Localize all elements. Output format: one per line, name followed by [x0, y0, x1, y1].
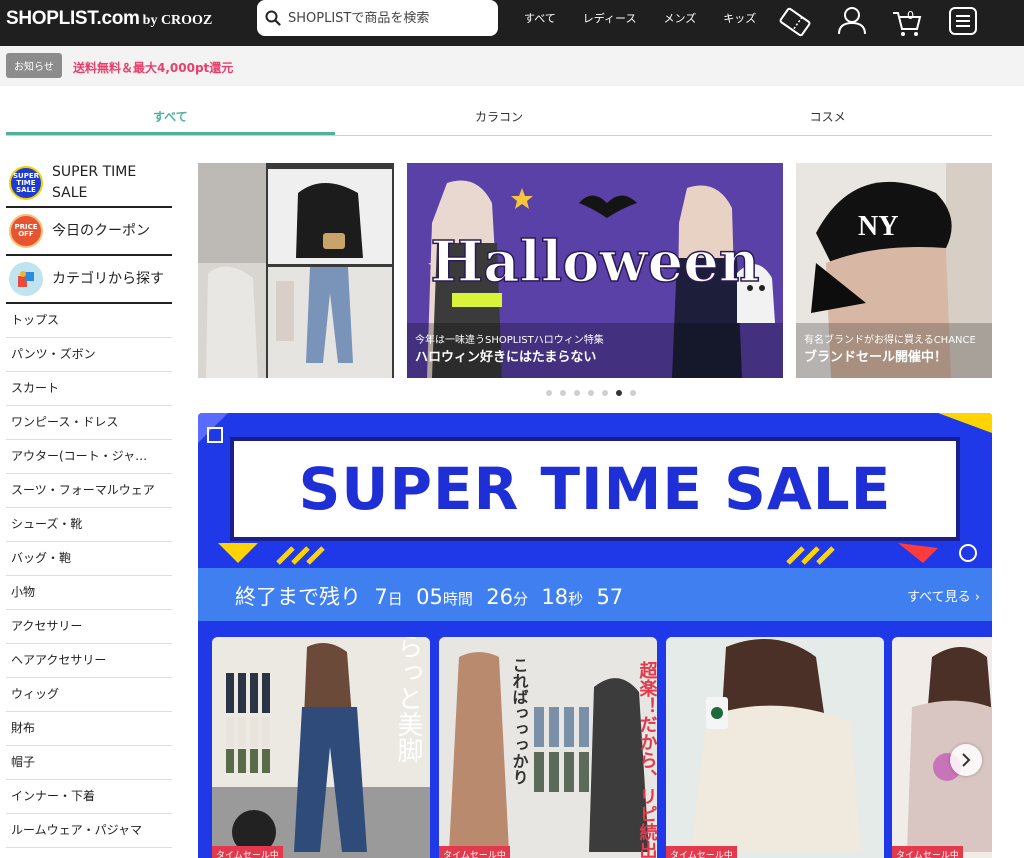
logo-text: SHOPLIST.com: [6, 8, 140, 29]
search-input[interactable]: [288, 10, 488, 26]
sidebar-item-pants[interactable]: パンツ・ズボン: [6, 338, 172, 372]
countdown-days: 7: [374, 585, 388, 609]
time-sale-tag: タイムセール中: [212, 846, 283, 858]
nav-kids[interactable]: キッズ: [723, 10, 756, 26]
product-card[interactable]: すらっと美脚 タイムセール中: [212, 637, 430, 858]
days-unit: 日: [387, 590, 403, 608]
countdown-hours: 05: [416, 585, 443, 609]
product-overlay-text: 超楽！だから、リピ続出！: [637, 660, 658, 858]
product-card[interactable]: 超楽！だから、リピ続出！ こればっっっかり タイムセール中: [439, 637, 657, 858]
super-time-sale-section: SUPER TIME SALE 終了まで残り 7日 05時間 26分 18秒 5…: [198, 413, 992, 858]
carousel-dots: [546, 390, 636, 396]
sidebar-item-accessories[interactable]: アクセサリー: [6, 610, 172, 644]
cart-icon[interactable]: 0: [890, 4, 924, 40]
sidebar-todays-coupon[interactable]: PRICE OFF 今日のクーポン: [6, 208, 172, 256]
sidebar-browse-category[interactable]: カテゴリから探す: [6, 256, 172, 304]
carousel-dot-active[interactable]: [616, 390, 622, 396]
chevron-right-icon: ›: [974, 590, 980, 605]
countdown-seconds: 18: [541, 585, 569, 609]
time-sale-tag: タイムセール中: [439, 846, 510, 858]
carousel-slide-fashion[interactable]: [198, 163, 394, 378]
logo[interactable]: SHOPLIST.com by CROOZ: [6, 8, 212, 30]
time-sale-tag: タイムセール中: [892, 846, 963, 858]
nav-ladies[interactable]: レディース: [583, 10, 637, 26]
notice-bar: お知らせ 送料無料＆最大4,000pt還元: [0, 46, 1024, 86]
see-all-link[interactable]: すべて見る ›: [907, 586, 980, 605]
banner-carousel: Halloween 今年は一味違うSHOPLISTハロウィン特集 ハロウィン好き…: [198, 163, 992, 378]
carousel-dot[interactable]: [546, 390, 552, 396]
brand-caption-small: 有名ブランドがお得に買えるCHANCE: [804, 333, 976, 346]
sidebar-item-outerwear[interactable]: アウター(コート・ジャ…: [6, 440, 172, 474]
countdown: 終了まで残り 7日 05時間 26分 18秒 57: [235, 581, 623, 611]
product-overlay-text: こればっっっかり: [510, 657, 529, 785]
sidebar-item-accessories-small[interactable]: 小物: [6, 576, 172, 610]
halloween-caption-small: 今年は一味違うSHOPLISTハロウィン特集: [415, 333, 604, 346]
category-tabs: すべて カラコン コスメ: [6, 98, 992, 136]
halloween-title: Halloween: [430, 229, 759, 295]
sidebar-item-label: カテゴリから探す: [52, 270, 164, 287]
sidebar-item-suits[interactable]: スーツ・フォーマルウェア: [6, 474, 172, 508]
tab-all[interactable]: すべて: [6, 98, 335, 135]
carousel-dot[interactable]: [588, 390, 594, 396]
search-box[interactable]: [257, 0, 498, 36]
sidebar-super-time-sale[interactable]: SUPER TIME SALE SUPER TIME SALE: [6, 160, 172, 208]
sidebar-item-bags[interactable]: バッグ・鞄: [6, 542, 172, 576]
sidebar-item-tops[interactable]: トップス: [6, 304, 172, 338]
sidebar-item-label: 今日のクーポン: [52, 222, 150, 239]
time-sale-tag: タイムセール中: [666, 846, 737, 858]
product-next-button[interactable]: [950, 744, 982, 776]
carousel-dot[interactable]: [574, 390, 580, 396]
seconds-unit: 秒: [568, 590, 584, 608]
brand-caption-big: ブランドセール開催中！: [804, 349, 947, 365]
product-card[interactable]: タイムセール中: [666, 637, 884, 858]
product-overlay-text: すらっと美脚: [393, 637, 423, 763]
logo-by-crooz: by CROOZ: [142, 13, 213, 28]
header: SHOPLIST.comby CROOZ すべて レディース メンズ キッズ 0: [0, 0, 1024, 46]
menu-icon[interactable]: [946, 4, 980, 40]
sidebar-item-skirts[interactable]: スカート: [6, 372, 172, 406]
sale-title-box: SUPER TIME SALE: [230, 437, 960, 541]
nav-mens[interactable]: メンズ: [663, 10, 696, 26]
page: SHOPLIST.comby CROOZ すべて レディース メンズ キッズ 0…: [0, 0, 1024, 858]
countdown-minutes: 26: [486, 585, 513, 609]
nav-all[interactable]: すべて: [524, 10, 556, 26]
search-icon: [265, 10, 281, 26]
sidebar-item-roomwear[interactable]: ルームウェア・パジャマ: [6, 814, 172, 848]
sidebar: SUPER TIME SALE SUPER TIME SALE PRICE OF…: [6, 160, 172, 848]
notice-badge: お知らせ: [6, 53, 62, 78]
carousel-dot[interactable]: [560, 390, 566, 396]
category-icon: [9, 262, 43, 296]
see-all-label: すべて見る: [907, 590, 971, 605]
sidebar-item-wallets[interactable]: 財布: [6, 712, 172, 746]
notice-text[interactable]: 送料無料＆最大4,000pt還元: [73, 59, 233, 76]
gender-nav: すべて レディース メンズ キッズ: [524, 10, 783, 26]
tab-color-contacts[interactable]: カラコン: [335, 98, 664, 135]
ny-logo: NY: [858, 211, 898, 242]
sidebar-item-hats[interactable]: 帽子: [6, 746, 172, 780]
super-time-sale-icon: SUPER TIME SALE: [9, 166, 43, 200]
sidebar-item-dresses[interactable]: ワンピース・ドレス: [6, 406, 172, 440]
chevron-right-icon: [962, 753, 971, 767]
hours-unit: 時間: [442, 590, 473, 608]
sidebar-item-innerwear[interactable]: インナー・下着: [6, 780, 172, 814]
account-icon[interactable]: [836, 4, 868, 40]
sale-title: SUPER TIME SALE: [298, 455, 892, 523]
countdown-label: 終了まで残り: [235, 585, 361, 609]
sidebar-item-wigs[interactable]: ウィッグ: [6, 678, 172, 712]
carousel-dot[interactable]: [630, 390, 636, 396]
carousel-slide-brand-sale[interactable]: NY 有名ブランドがお得に買えるCHANCE ブランドセール開催中！: [796, 163, 992, 378]
cart-count: 0: [907, 9, 914, 22]
sidebar-item-hair-accessories[interactable]: ヘアアクセサリー: [6, 644, 172, 678]
coupon-icon: PRICE OFF: [9, 214, 43, 248]
coupon-ticket-icon[interactable]: [776, 4, 814, 40]
halloween-caption-big: ハロウィン好きにはたまらない: [415, 349, 596, 365]
carousel-slide-halloween[interactable]: Halloween 今年は一味違うSHOPLISTハロウィン特集 ハロウィン好き…: [407, 163, 783, 378]
minutes-unit: 分: [512, 590, 528, 608]
countdown-millis: 57: [596, 585, 624, 609]
tab-cosmetics[interactable]: コスメ: [663, 98, 992, 135]
countdown-bar: 終了まで残り 7日 05時間 26分 18秒 57 すべて見る ›: [198, 568, 992, 621]
carousel-dot[interactable]: [602, 390, 608, 396]
sidebar-item-shoes[interactable]: シューズ・靴: [6, 508, 172, 542]
sidebar-item-label: SUPER TIME SALE: [52, 164, 137, 201]
